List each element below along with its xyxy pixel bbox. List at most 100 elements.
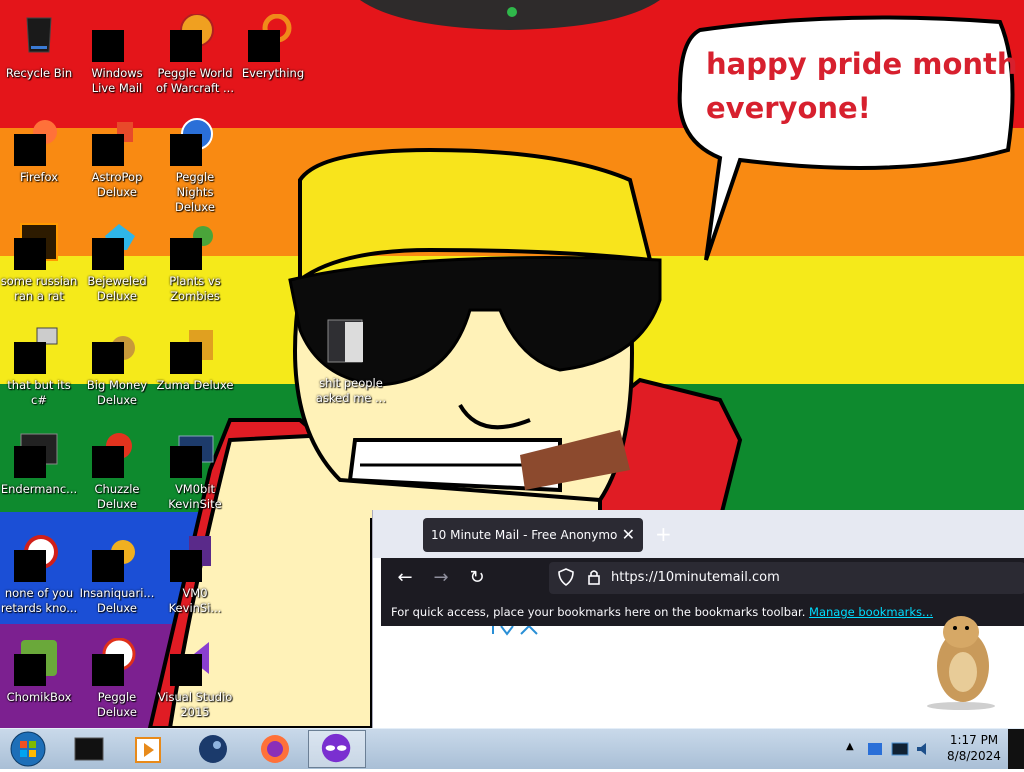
shield-icon — [558, 568, 574, 586]
desktop-icon-big-money[interactable]: Big Money Deluxe — [78, 320, 156, 420]
clock[interactable]: 1:17 PM 8/8/2024 — [940, 732, 1008, 764]
clock-date: 8/8/2024 — [947, 749, 1001, 763]
desktop-icon-peggle-nights[interactable]: Peggle Nights Deluxe — [156, 112, 234, 214]
icon-label: Endermanc... — [0, 482, 78, 496]
taskbar-terminal[interactable] — [60, 730, 118, 768]
desktop-icon-windows-live-mail[interactable]: Windows Live Mail — [78, 8, 156, 108]
tab-title: 10 Minute Mail - Free Anonymous E — [431, 528, 617, 542]
desktop-icon-chomikbox[interactable]: ChomikBox — [0, 632, 78, 728]
desktop-icon-none-of-you[interactable]: none of you retards kno... — [0, 528, 78, 628]
desktop-icon-recycle-bin[interactable]: Recycle Bin — [0, 8, 78, 108]
desktop-icon-bejeweled[interactable]: Bejeweled Deluxe — [78, 216, 156, 316]
reload-icon[interactable]: ↻ — [465, 566, 489, 590]
tab-strip: 10 Minute Mail - Free Anonymous E ✕ + — [373, 510, 1024, 558]
redacted-icon — [14, 342, 46, 374]
desktop-icon-firefox[interactable]: Firefox — [0, 112, 78, 212]
redacted-icon — [170, 238, 202, 270]
redacted-icon — [92, 30, 124, 62]
steam-icon — [199, 735, 227, 763]
desktop-icon-folder[interactable]: shit people asked me ... — [312, 318, 390, 418]
desktop: happy pride month everyone! Recycle Bin … — [0, 0, 1024, 728]
icon-label: Bejeweled Deluxe — [87, 274, 147, 303]
redacted-icon — [170, 342, 202, 374]
icon-label: Windows Live Mail — [91, 66, 143, 95]
icon-label: ChomikBox — [6, 690, 72, 704]
firefox-window[interactable]: 10 Minute Mail - Free Anonymous E ✕ + ← … — [372, 510, 1024, 728]
redacted-icon — [92, 654, 124, 686]
taskbar-media-player[interactable] — [120, 730, 178, 768]
lock-icon — [588, 570, 600, 585]
icon-label: that but its c# — [7, 378, 71, 407]
desktop-icon-everything[interactable]: Everything — [234, 8, 312, 108]
redacted-icon — [170, 446, 202, 478]
taskbar-steam[interactable] — [184, 730, 242, 768]
recycle-bin-icon — [26, 17, 52, 53]
page-logo-fragment — [492, 626, 538, 636]
url-bar[interactable]: https://10minutemail.com — [549, 562, 1024, 594]
desktop-icon-peggle-wow[interactable]: Peggle World of Warcraft ... — [156, 8, 234, 108]
desktop-icon-astropop[interactable]: AstroPop Deluxe — [78, 112, 156, 212]
icon-label: Insaniquari... Deluxe — [79, 586, 155, 615]
firefox-icon — [261, 735, 289, 763]
taskbar-firefox[interactable] — [246, 730, 304, 768]
icon-label: Peggle Nights Deluxe — [175, 170, 215, 214]
icon-label: Peggle Deluxe — [97, 690, 137, 719]
icon-label: VM0bit KevinSite — [168, 482, 222, 511]
navigation-toolbar: ← → ↻ https://10minutemail.com — [381, 558, 1024, 598]
redacted-icon — [14, 446, 46, 478]
tab-10minutemail[interactable]: 10 Minute Mail - Free Anonymous E ✕ — [423, 518, 643, 552]
show-desktop-button[interactable] — [1008, 729, 1024, 769]
desktop-icon-endermanc[interactable]: Endermanc... — [0, 424, 78, 524]
desktop-icon-vm0-kevinsite[interactable]: VM0 KevinSi... — [156, 528, 234, 628]
desktop-icon-some-russian[interactable]: e some russian ran a rat — [0, 216, 78, 316]
icon-label: Zuma Deluxe — [156, 378, 234, 392]
desktop-icon-that-but-its-csharp[interactable]: that but its c# — [0, 320, 78, 420]
redacted-icon — [92, 134, 124, 166]
start-button[interactable] — [4, 730, 48, 768]
network-icon[interactable] — [866, 739, 886, 759]
media-player-icon — [135, 737, 161, 763]
desktop-icon-plants-vs-zombies[interactable]: Plants vs Zombies — [156, 216, 234, 316]
manage-bookmarks-link[interactable]: Manage bookmarks... — [809, 605, 933, 619]
desktop-icon-zuma[interactable]: Zuma Deluxe — [156, 320, 234, 420]
redacted-icon — [92, 238, 124, 270]
anonymous-mask-icon — [321, 733, 351, 763]
close-icon[interactable]: ✕ — [622, 525, 635, 544]
new-tab-icon[interactable]: + — [655, 522, 672, 546]
hamster-sticker — [927, 616, 995, 710]
taskbar-anonymous-app[interactable] — [308, 730, 366, 768]
redacted-icon — [14, 654, 46, 686]
icon-label: Everything — [241, 66, 305, 80]
icon-label: none of you retards kno... — [0, 586, 78, 615]
back-arrow-icon[interactable]: ← — [393, 566, 417, 590]
redacted-icon — [170, 654, 202, 686]
icon-label: Chuzzle Deluxe — [94, 482, 140, 511]
redacted-icon — [14, 550, 46, 582]
redacted-icon — [92, 550, 124, 582]
icon-label: Recycle Bin — [5, 66, 73, 80]
icon-label: Firefox — [19, 170, 59, 184]
icon-label: AstroPop Deluxe — [91, 170, 143, 199]
tray-expand-icon[interactable]: ▲ — [846, 741, 854, 752]
url-text: https://10minutemail.com — [611, 570, 780, 585]
speech-line-2: everyone! — [706, 91, 871, 125]
forward-arrow-icon[interactable]: → — [429, 566, 453, 590]
icon-label: Peggle World of Warcraft ... — [156, 66, 234, 95]
redacted-icon — [170, 550, 202, 582]
icon-label: VM0 KevinSi... — [168, 586, 222, 615]
speaker-icon[interactable] — [914, 739, 934, 759]
monitor-icon[interactable] — [890, 739, 910, 759]
desktop-icon-chuzzle[interactable]: Chuzzle Deluxe — [78, 424, 156, 524]
icon-label: some russian ran a rat — [0, 274, 78, 303]
desktop-icon-peggle-deluxe[interactable]: Peggle Deluxe — [78, 632, 156, 728]
redacted-icon — [248, 30, 280, 62]
desktop-icon-vm0bit-kevinsite[interactable]: VM0bit KevinSite — [156, 424, 234, 524]
desktop-icon-insaniquarium[interactable]: Insaniquari... Deluxe — [78, 528, 156, 628]
redacted-icon — [92, 342, 124, 374]
desktop-icon-visual-studio[interactable]: Visual Studio 2015 — [156, 632, 234, 728]
bookmarks-hint: For quick access, place your bookmarks h… — [391, 605, 806, 619]
start-orb-icon — [10, 731, 46, 767]
clock-time: 1:17 PM — [949, 733, 999, 747]
icon-label: Plants vs Zombies — [169, 274, 221, 303]
redacted-icon — [92, 446, 124, 478]
